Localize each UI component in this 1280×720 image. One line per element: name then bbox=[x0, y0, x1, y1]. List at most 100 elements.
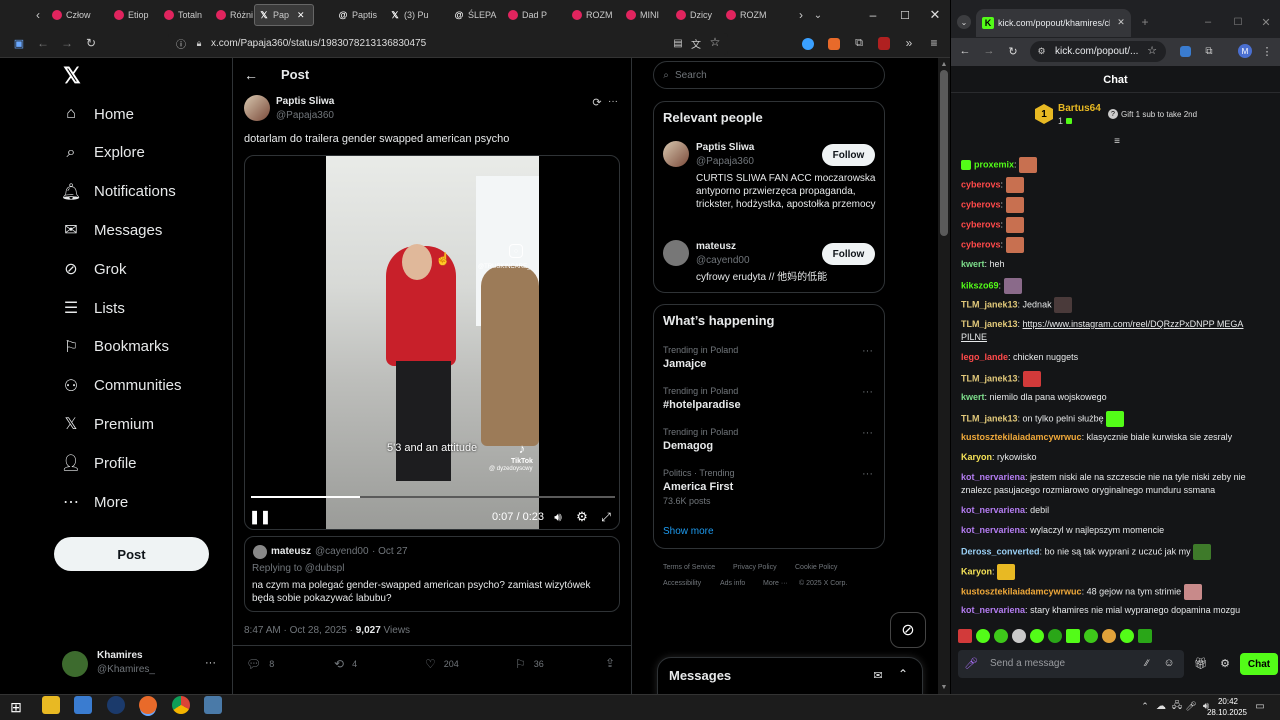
scroll-up-icon[interactable]: ▲ bbox=[939, 59, 949, 69]
chat-username[interactable]: cyberovs bbox=[961, 199, 1001, 209]
file-explorer-icon[interactable] bbox=[42, 696, 60, 714]
footer-link[interactable]: Privacy Policy bbox=[733, 564, 777, 571]
window-maximize-icon[interactable]: ☐ bbox=[898, 8, 912, 22]
back-icon[interactable]: ← bbox=[36, 36, 50, 50]
repost-action[interactable]: ⟲ 4 bbox=[334, 657, 357, 671]
like-action[interactable]: ♡ 204 bbox=[425, 657, 459, 671]
footer-link[interactable]: Ads info bbox=[720, 580, 745, 587]
nav-messages[interactable]: ✉ Messages bbox=[62, 221, 162, 240]
extension-fox-icon[interactable] bbox=[828, 38, 840, 50]
x-logo-icon[interactable]: 𝕏 bbox=[60, 63, 84, 88]
show-more-link[interactable]: Show more bbox=[663, 526, 714, 537]
chat-username[interactable]: kot_nervariena bbox=[961, 472, 1025, 482]
firefox-icon[interactable] bbox=[139, 696, 157, 714]
right-minimize-icon[interactable]: – bbox=[1202, 16, 1214, 28]
bookmark-action[interactable]: ⚐ 36 bbox=[515, 657, 544, 671]
person-avatar[interactable] bbox=[663, 141, 689, 167]
browser-tab[interactable]: Człow bbox=[50, 4, 91, 26]
trend-more-icon[interactable]: ··· bbox=[862, 427, 873, 439]
more-tools-icon[interactable]: » bbox=[903, 36, 915, 50]
follow-button[interactable]: Follow bbox=[822, 144, 875, 166]
chrome-icon[interactable] bbox=[172, 696, 190, 714]
chat-username[interactable]: kikszo69 bbox=[961, 280, 999, 290]
menu-icon[interactable]: ≡ bbox=[928, 36, 940, 50]
chat-username[interactable]: Karyon bbox=[961, 566, 992, 576]
right-forward-icon[interactable]: → bbox=[983, 45, 995, 57]
follow-button[interactable]: Follow bbox=[822, 243, 875, 265]
scroll-down-icon[interactable]: ▼ bbox=[939, 682, 949, 692]
emote-green-5-icon[interactable] bbox=[1066, 629, 1080, 643]
account-more-icon[interactable]: ··· bbox=[205, 657, 216, 669]
right-menu-icon[interactable]: ⋮ bbox=[1262, 45, 1273, 58]
person-handle[interactable]: @cayend00 bbox=[696, 255, 750, 266]
browser-tab[interactable]: Dad P bbox=[506, 4, 547, 26]
browser-tab[interactable]: Dzicy bbox=[674, 4, 712, 26]
chat-username[interactable]: kot_nervariena bbox=[961, 605, 1025, 615]
nav-lists[interactable]: ☰ Lists bbox=[62, 299, 125, 318]
chat-username[interactable]: TLM_janek13 bbox=[961, 319, 1018, 329]
chat-username[interactable]: kustosztekilaiadamcywrwuc bbox=[961, 432, 1082, 442]
microphone-icon[interactable]: 🎤︎ bbox=[964, 656, 978, 670]
quote-handle[interactable]: @cayend00 bbox=[315, 546, 369, 557]
tab-scroll-left-icon[interactable]: ‹ bbox=[32, 8, 44, 22]
window-minimize-icon[interactable]: – bbox=[866, 8, 880, 22]
command-icon[interactable]: ⁄⁄ bbox=[1141, 657, 1153, 669]
chat-username[interactable]: proxemix bbox=[974, 159, 1014, 169]
taskbar-app-monitor-icon[interactable] bbox=[74, 696, 92, 714]
browser-tab[interactable]: Różni bbox=[214, 4, 253, 26]
chat-username[interactable]: kustosztekilaiadamcywrwuc bbox=[961, 586, 1082, 596]
reply-action[interactable]: 💬︎ 8 bbox=[246, 657, 274, 671]
right-extension-icon[interactable] bbox=[1180, 46, 1191, 57]
nav-more[interactable]: ⋯ More bbox=[62, 493, 128, 512]
author-avatar[interactable] bbox=[244, 95, 270, 121]
right-site-info-icon[interactable]: ⚙ bbox=[1036, 46, 1047, 57]
trend-item[interactable]: Trending in Poland Demagog ··· bbox=[663, 427, 873, 452]
steam-icon[interactable] bbox=[107, 696, 125, 714]
tray-onedrive-icon[interactable]: ☁ bbox=[1155, 700, 1167, 712]
chat-username[interactable]: kot_nervariena bbox=[961, 525, 1025, 535]
new-message-icon[interactable]: ✉ bbox=[871, 668, 885, 682]
footer-link[interactable]: Cookie Policy bbox=[795, 564, 837, 571]
reload-icon[interactable]: ↻ bbox=[84, 36, 98, 50]
browser-tab[interactable]: Totaln bbox=[162, 4, 202, 26]
emote-green-7-icon[interactable] bbox=[1138, 629, 1152, 643]
post-more-icon[interactable]: ··· bbox=[608, 96, 618, 107]
grok-explain-icon[interactable]: ⟳ bbox=[591, 96, 603, 109]
right-tab-close-icon[interactable]: ✕ bbox=[1116, 17, 1126, 27]
trend-item[interactable]: Politics · Trending America First 73.6K … bbox=[663, 468, 873, 506]
tab-scroll-right-icon[interactable]: › bbox=[795, 8, 807, 22]
chat-username[interactable]: kot_nervariena bbox=[961, 505, 1025, 515]
trend-more-icon[interactable]: ··· bbox=[862, 468, 873, 480]
share-icon[interactable]: ⇪ bbox=[604, 656, 616, 670]
nav-premium[interactable]: 𝕏 Premium bbox=[62, 415, 154, 434]
trend-item[interactable]: Trending in Poland #hotelparadise ··· bbox=[663, 386, 873, 411]
right-url-text[interactable]: kick.com/popout/... bbox=[1055, 46, 1138, 57]
pinned-collapse-icon[interactable]: ≡ bbox=[1111, 136, 1123, 147]
taskbar-time[interactable]: 20:42 bbox=[1213, 697, 1243, 706]
nav-notifications[interactable]: 🔔︎ Notifications bbox=[61, 183, 176, 201]
back-arrow-icon[interactable]: ← bbox=[244, 67, 258, 83]
emoji-icon[interactable]: ☺ bbox=[1163, 657, 1175, 669]
emote-green-3-icon[interactable] bbox=[1030, 629, 1044, 643]
window-close-icon[interactable]: ✕ bbox=[928, 7, 942, 22]
profile-avatar[interactable]: M bbox=[1238, 44, 1252, 58]
tray-chevron-icon[interactable]: ⌃ bbox=[1140, 700, 1150, 712]
chat-input[interactable]: Send a message bbox=[990, 658, 1065, 669]
chat-username[interactable]: TLM_janek13 bbox=[961, 413, 1018, 423]
nav-home[interactable]: ⌂ Home bbox=[62, 105, 134, 123]
right-close-icon[interactable]: ✕ bbox=[1260, 16, 1272, 29]
right-reload-icon[interactable]: ↻ bbox=[1007, 45, 1019, 58]
search-input[interactable]: Search bbox=[675, 70, 707, 81]
post-timestamp[interactable]: 8:47 AM · Oct 28, 2025 · bbox=[244, 625, 356, 636]
nav-explore[interactable]: ⌕ Explore bbox=[62, 144, 145, 162]
extensions-puzzle-icon[interactable]: ⧉ bbox=[853, 36, 865, 50]
tray-network-icon[interactable]: 🖧︎ bbox=[1172, 700, 1182, 712]
browser-tab[interactable]: Etiop bbox=[112, 4, 149, 26]
pause-icon[interactable]: ❚❚ bbox=[249, 509, 271, 525]
author-name[interactable]: Paptis Sliwa bbox=[276, 96, 334, 107]
chat-send-button[interactable]: Chat bbox=[1240, 653, 1278, 675]
quote-avatar[interactable] bbox=[253, 545, 267, 559]
page-scrollbar-thumb[interactable] bbox=[940, 70, 948, 236]
chat-username[interactable]: kwert bbox=[961, 259, 985, 269]
gifter-name[interactable]: Bartus64 bbox=[1058, 103, 1101, 114]
